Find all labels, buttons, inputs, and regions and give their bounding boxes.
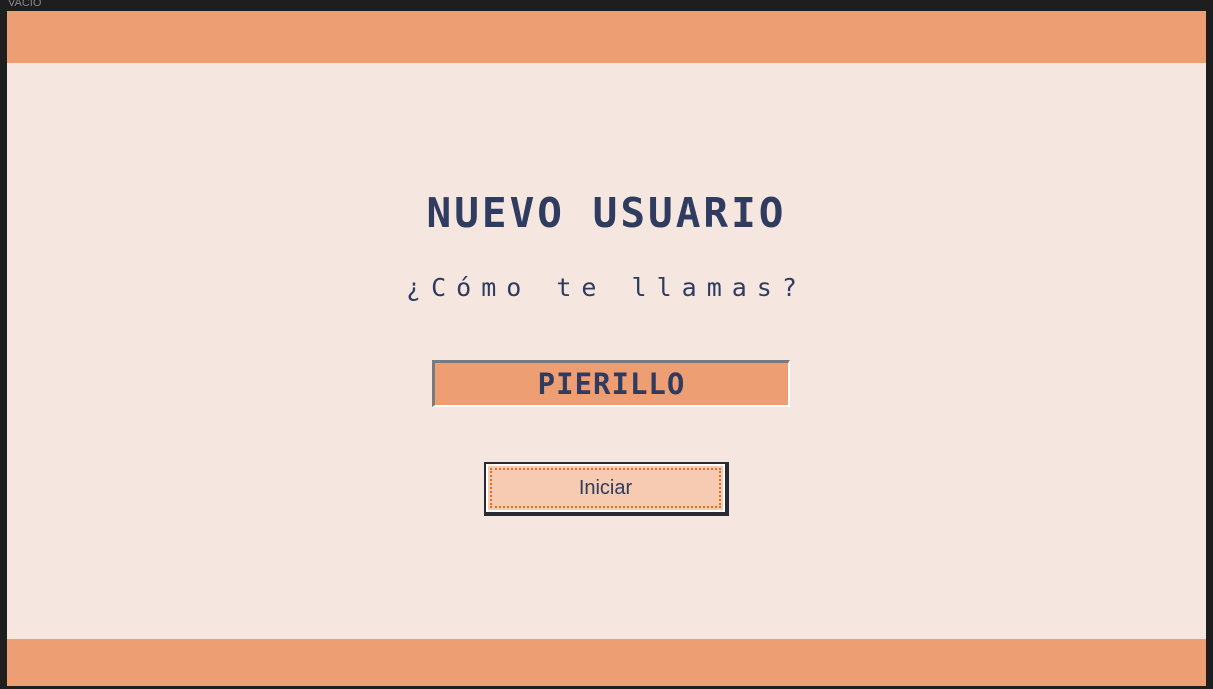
bottom-banner: [7, 639, 1206, 686]
start-button-face: Iniciar: [486, 464, 725, 512]
app-window: NUEVO USUARIO ¿Cómo te llamas? Iniciar: [7, 11, 1206, 686]
page-title: NUEVO USUARIO: [426, 189, 787, 237]
start-button-label: Iniciar: [490, 468, 721, 508]
top-banner: [7, 11, 1206, 63]
start-button[interactable]: Iniciar: [484, 462, 729, 516]
name-prompt-label: ¿Cómo te llamas?: [406, 273, 807, 302]
window-title: VACIO: [8, 0, 42, 9]
name-input[interactable]: [432, 360, 790, 407]
